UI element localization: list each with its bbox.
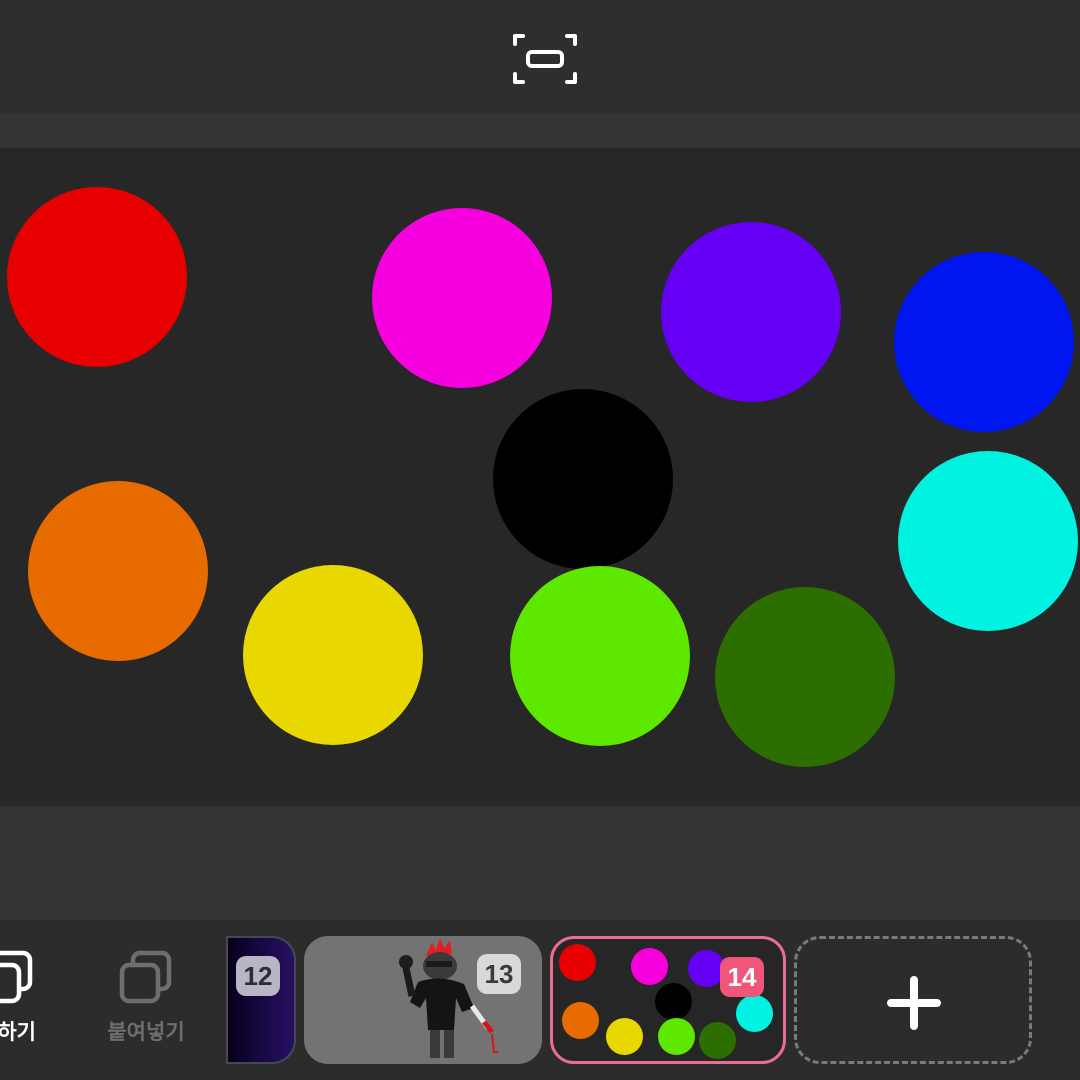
drawing-canvas[interactable] xyxy=(0,148,1080,806)
copy-icon xyxy=(0,950,33,1004)
circle-black[interactable] xyxy=(493,389,673,569)
mini-circle-lime xyxy=(658,1018,695,1055)
mini-circle-yellow xyxy=(606,1018,643,1055)
circle-purple[interactable] xyxy=(661,222,841,402)
circle-dark-green[interactable] xyxy=(715,587,895,767)
mini-circle-dark-green xyxy=(699,1022,736,1059)
mini-circle-cyan xyxy=(736,995,773,1032)
paste-button[interactable]: 붙여넣기 xyxy=(96,950,196,1046)
paste-label: 붙여넣기 xyxy=(107,1021,185,1044)
circle-magenta[interactable] xyxy=(372,208,552,388)
circle-lime[interactable] xyxy=(510,566,690,746)
circle-blue[interactable] xyxy=(894,252,1074,432)
circle-orange[interactable] xyxy=(28,481,208,661)
canvas-margin-top xyxy=(0,113,1080,148)
paste-icon xyxy=(119,950,172,1004)
mini-circle-black xyxy=(655,983,692,1020)
frame-12-thumbnail[interactable]: 12 xyxy=(226,936,296,1064)
top-bar xyxy=(0,0,1080,113)
frame-13-number-badge: 13 xyxy=(477,954,521,994)
fit-to-screen-icon xyxy=(513,34,577,84)
frame-12-number-badge: 12 xyxy=(236,956,280,996)
mini-circle-red xyxy=(559,944,596,981)
add-frame-button[interactable] xyxy=(794,936,1032,1064)
mini-circle-orange xyxy=(562,1002,599,1039)
frame-14-thumbnail[interactable]: 14 xyxy=(550,936,786,1064)
frame-13-thumbnail[interactable]: 13 xyxy=(304,936,542,1064)
bottom-toolbar: 사하기 붙여넣기 12 13 xyxy=(0,920,1080,1080)
plus-icon xyxy=(887,976,941,1030)
copy-label: 사하기 xyxy=(0,1021,36,1044)
circle-cyan[interactable] xyxy=(898,451,1078,631)
circle-red[interactable] xyxy=(7,187,187,367)
circle-yellow[interactable] xyxy=(243,565,423,745)
mini-circle-magenta xyxy=(631,948,668,985)
frame-14-number-badge: 14 xyxy=(720,957,764,997)
canvas-margin-bottom xyxy=(0,806,1080,920)
copy-button[interactable]: 사하기 xyxy=(0,950,62,1046)
fit-to-screen-button[interactable] xyxy=(509,28,581,90)
